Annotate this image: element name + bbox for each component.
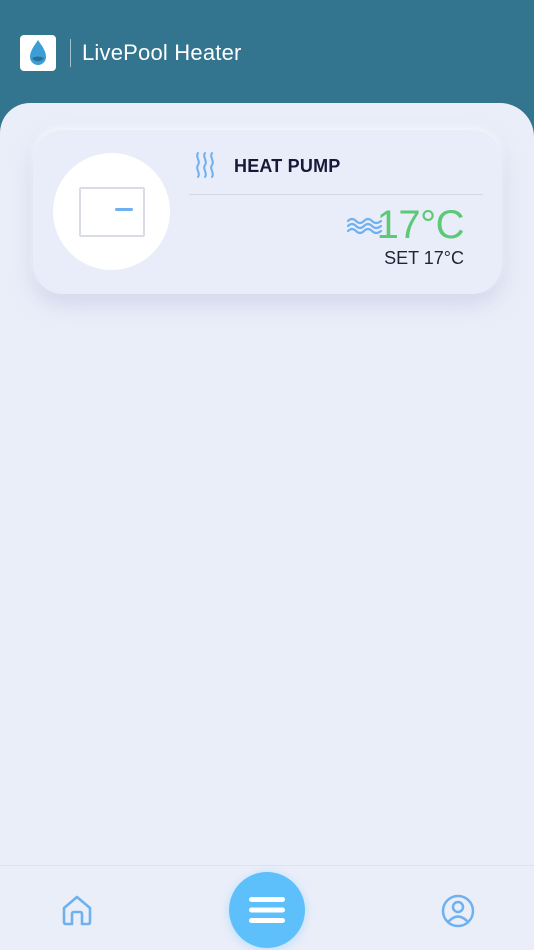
nav-menu-button[interactable] (229, 872, 305, 948)
app-logo (20, 35, 56, 71)
nav-profile-button[interactable] (439, 892, 477, 930)
water-drop-icon (30, 40, 46, 65)
brand-divider (70, 39, 71, 67)
brand: LivePool Heater (20, 35, 242, 71)
app-title: LivePool Heater (82, 40, 242, 65)
heat-waves-icon (196, 152, 214, 178)
home-icon (62, 895, 92, 926)
profile-icon (441, 894, 475, 928)
set-temperature: SET 17°C (384, 248, 464, 268)
device-image (53, 153, 170, 270)
current-temperature: 17°C (376, 203, 465, 247)
heat-pump-card[interactable]: HEAT PUMP 17°C SET 17°C (33, 130, 502, 294)
nav-home-button[interactable] (58, 890, 96, 930)
menu-icon (249, 897, 285, 923)
device-icon (78, 186, 145, 237)
device-title: HEAT PUMP (234, 156, 341, 176)
bottom-nav (0, 865, 534, 950)
device-indicator (114, 207, 133, 211)
card-divider (189, 194, 483, 195)
